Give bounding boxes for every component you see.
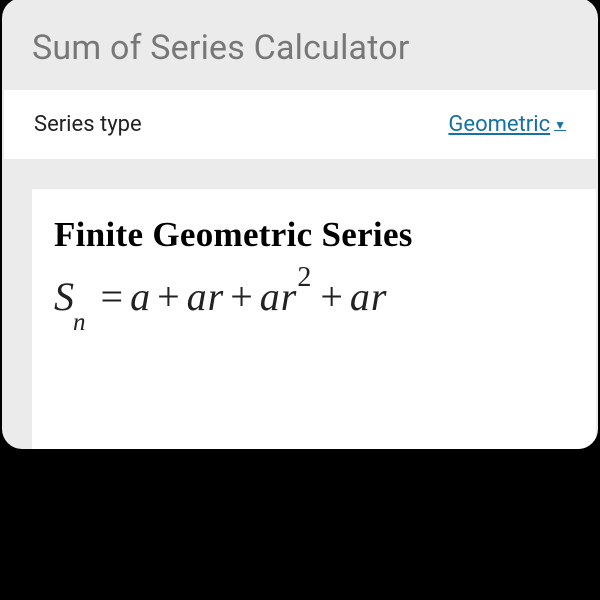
series-type-row: Series type Geometric ▼ [4,90,596,159]
sym-exp2: 2 [297,262,312,293]
formula-heading: Finite Geometric Series [54,215,596,255]
sym-S: S [54,274,75,319]
series-type-value: Geometric [448,112,550,137]
chevron-down-icon: ▼ [554,118,566,132]
sym-ar1: ar [187,274,225,319]
sym-plus3: + [314,274,350,319]
calculator-card: Sum of Series Calculator Series type Geo… [2,0,598,449]
series-type-select[interactable]: Geometric ▼ [448,112,566,137]
sym-plus1: + [151,274,187,319]
sym-a: a [130,274,151,319]
series-type-label: Series type [34,112,142,137]
sym-ar2: ar [260,274,298,319]
page-title: Sum of Series Calculator [32,28,568,68]
sym-plus2: + [224,274,260,319]
title-area: Sum of Series Calculator [2,0,598,90]
sym-ar3: ar [350,274,388,319]
sym-n-sub: n [73,309,87,336]
formula-expression: Sn=a+ar+ar2+ar [54,277,596,317]
sym-eq: = [95,274,131,319]
formula-panel: Finite Geometric Series Sn=a+ar+ar2+ar [32,189,596,449]
